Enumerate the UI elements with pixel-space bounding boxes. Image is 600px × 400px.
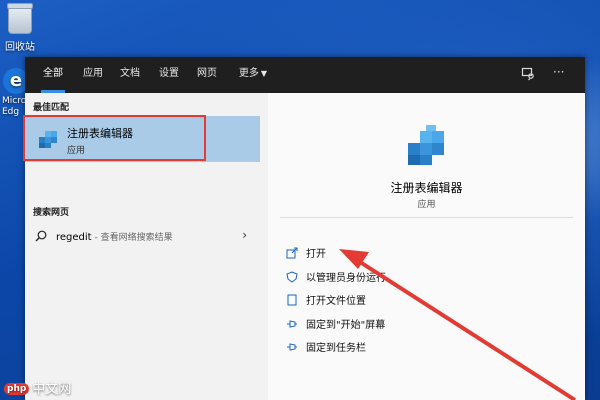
action-run-as-admin[interactable]: 以管理员身份运行 — [286, 269, 386, 287]
desktop-icon-edge[interactable]: e Micro Edg — [0, 62, 29, 118]
section-title-web-search: 搜索网页 — [33, 208, 70, 218]
search-icon — [35, 230, 47, 242]
best-match-item[interactable]: 注册表编辑器 应用 — [23, 115, 260, 162]
tab-more-label: 更多 — [238, 68, 259, 79]
web-search-item[interactable]: regedit - 查看网络搜索结果 › — [25, 225, 260, 249]
app-detail-type: 应用 — [417, 200, 436, 210]
admin-shield-icon — [286, 271, 298, 283]
action-pin-to-start-label: 固定到"开始"屏幕 — [306, 320, 386, 331]
results-list: 最佳匹配 注册表编辑器 应用 搜索网页 regedit - 查看网络搜索结果 › — [23, 93, 260, 400]
watermark: php 中文网 — [4, 378, 71, 397]
action-open-file-location-label: 打开文件位置 — [306, 296, 366, 307]
chevron-down-icon: ▼ — [260, 69, 268, 78]
web-search-query-wrap: regedit - 查看网络搜索结果 — [56, 230, 173, 243]
watermark-badge: php — [4, 383, 30, 395]
more-icon[interactable]: ··· — [553, 65, 564, 79]
pin-icon — [287, 320, 297, 328]
open-icon — [286, 247, 298, 259]
action-run-as-admin-label: 以管理员身份运行 — [306, 273, 386, 284]
action-pin-to-taskbar-label: 固定到任务栏 — [306, 343, 366, 354]
app-detail-name: 注册表编辑器 — [390, 181, 463, 195]
tab-documents[interactable]: 文档 — [114, 57, 146, 93]
feedback-icon[interactable] — [521, 67, 535, 84]
tab-web[interactable]: 网页 — [191, 57, 223, 93]
search-tabs-bar: 全部 应用 文档 设置 网页 更多 ▼ ··· — [25, 57, 585, 93]
tab-settings[interactable]: 设置 — [153, 57, 185, 93]
annotation-highlight-box — [23, 115, 206, 161]
file-location-icon — [287, 294, 297, 306]
chevron-right-icon[interactable]: › — [242, 228, 247, 242]
desktop-icon-recycle-bin[interactable]: 回收站 — [0, 0, 40, 53]
tab-apps[interactable]: 应用 — [77, 57, 109, 93]
tab-all[interactable]: 全部 — [37, 57, 69, 93]
registry-editor-large-icon — [408, 125, 444, 165]
section-title-best-match: 最佳匹配 — [33, 103, 70, 113]
action-open-file-location[interactable]: 打开文件位置 — [286, 292, 366, 310]
web-search-query: regedit — [56, 232, 92, 243]
action-pin-to-taskbar[interactable]: 固定到任务栏 — [286, 339, 366, 357]
action-open[interactable]: 打开 — [286, 245, 326, 263]
search-panel: 全部 应用 文档 设置 网页 更多 ▼ ··· 最佳匹配 注册表编辑器 应用 搜索… — [23, 57, 585, 400]
app-detail-pane: 注册表编辑器 应用 打开 以管理员身份运行 打开文件位置 固定到"开始"屏幕 固… — [268, 93, 585, 400]
watermark-text: 中文网 — [32, 382, 72, 397]
web-search-hint: - 查看网络搜索结果 — [91, 233, 173, 243]
recycle-bin-label: 回收站 — [5, 42, 35, 53]
pin-icon — [287, 343, 297, 351]
action-open-label: 打开 — [306, 249, 326, 260]
tab-more[interactable]: 更多 ▼ — [230, 57, 276, 93]
action-pin-to-start[interactable]: 固定到"开始"屏幕 — [286, 316, 385, 334]
divider — [280, 217, 573, 218]
recycle-bin-icon — [7, 3, 33, 34]
